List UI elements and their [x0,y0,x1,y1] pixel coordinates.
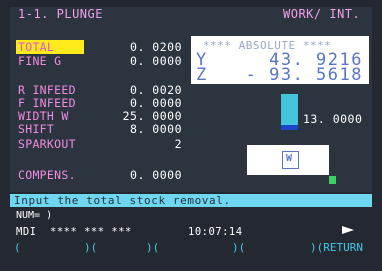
softkey-4[interactable]: )( [232,241,245,254]
wheel-width-base [281,125,298,130]
absolute-position-box: **** ABSOLUTE **** Y 43. 9216 Z - 93. 56… [191,36,369,85]
param-f-infeed-label: F INFEED [18,96,76,110]
param-sparkout-value[interactable]: 2 [175,137,182,151]
status-time: 10:07:14 [188,226,243,238]
message-bar: Input the total stock removal. [10,194,372,207]
param-r-infeed-value[interactable]: 0. 0020 [130,83,182,97]
param-shift-label: SHIFT [18,122,55,136]
param-total-value[interactable]: 0. 0200 [130,40,182,54]
param-r-infeed-label: R INFEED [18,83,76,97]
z-axis-label: Z [196,65,207,85]
param-shift-value[interactable]: 8. 0000 [130,122,182,136]
wheel-width-graphic [281,94,298,125]
param-fine-g-label: FINE G [18,54,62,68]
num-input-prompt[interactable]: NUM= ) [16,210,52,221]
status-mode: MDI [16,226,37,238]
width-display-value: 13. 0000 [303,112,363,126]
softkey-3[interactable]: )( [146,241,159,254]
param-fine-g-value[interactable]: 0. 0000 [130,54,182,68]
wheel-label: W [286,153,293,164]
param-compens-value[interactable]: 0. 0000 [130,168,182,182]
softkey-2[interactable]: )( [84,241,97,254]
status-stars: **** *** *** [50,226,132,238]
z-axis-value: - 93. 5618 [245,65,363,85]
param-width-label: WIDTH W [18,109,69,123]
position-marker [329,176,336,184]
param-compens-label: COMPENS. [18,168,76,182]
screen-title: 1-1. PLUNGE [18,7,103,21]
param-total-label[interactable]: TOTAL [16,40,85,54]
mode-indicator: WORK/ INT. [283,7,361,21]
next-page-arrow-icon[interactable] [342,226,354,234]
cnc-screen: 1-1. PLUNGE WORK/ INT. TOTAL 0. 0200 FIN… [0,0,382,271]
param-width-value[interactable]: 25. 0000 [123,109,182,123]
softkey-return[interactable]: )(RETURN [310,241,363,254]
param-sparkout-label: SPARKOUT [18,137,76,151]
param-f-infeed-value[interactable]: 0. 0000 [130,96,182,110]
wheel-indicator: W [282,151,299,169]
softkey-1[interactable]: ( [14,241,21,254]
